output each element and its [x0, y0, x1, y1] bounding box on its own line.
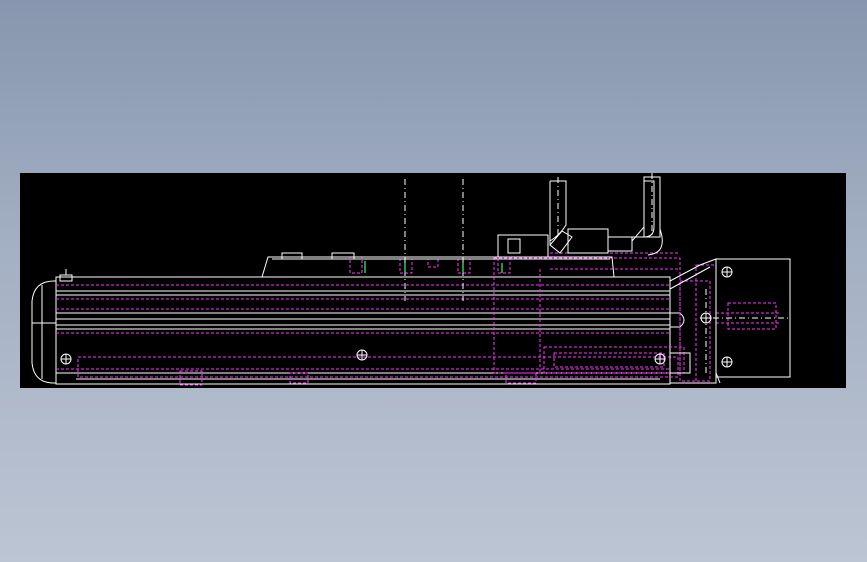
- screw-head-icon: [654, 353, 666, 365]
- rail-body: [31, 276, 685, 385]
- rail-knob: [59, 269, 73, 282]
- cad-viewport[interactable]: [20, 173, 846, 388]
- screw-head-icon: [721, 356, 733, 368]
- screw-head-icon: [356, 349, 368, 361]
- screw-head-icon: [60, 353, 72, 365]
- cad-drawing: [31, 173, 791, 386]
- end-cap: [669, 258, 791, 384]
- screw-head-icon: [721, 266, 733, 278]
- screw-head-icon: [700, 312, 712, 324]
- carriage: [261, 176, 663, 278]
